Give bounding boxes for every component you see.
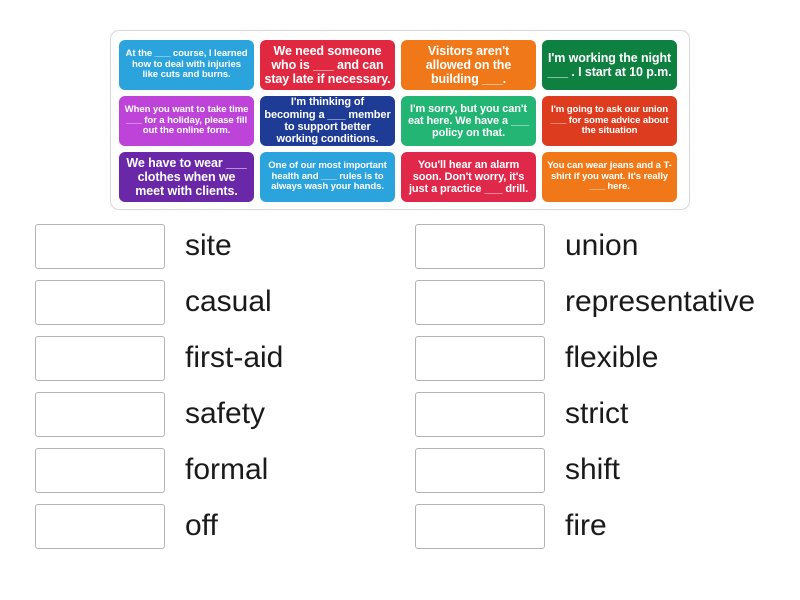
answer-label: casual [185,285,272,318]
answer-label: flexible [565,341,659,374]
sentence-tile[interactable]: I'm thinking of becoming a ___ member to… [260,96,395,146]
drop-box[interactable] [35,391,165,437]
sentence-tile-text: We have to wear ___ clothes when we meet… [126,156,247,198]
drop-box[interactable] [35,335,165,381]
answer-row: strict [415,386,800,442]
answer-row: flexible [415,330,800,386]
sentence-tile-text: Visitors aren't allowed on the building … [425,44,512,86]
answer-label: shift [565,453,621,486]
sentence-tile[interactable]: I'm going to ask our union ___ for some … [542,96,677,146]
answer-label: strict [565,397,629,430]
drop-box[interactable] [35,447,165,493]
sentence-tile-text: I'm sorry, but you can't eat here. We ha… [407,102,529,140]
sentence-tile-text: We need someone who is ___ and can stay … [264,44,391,86]
answer-list: site casual first-aid safety formal off union… [0,218,800,578]
answer-label: fire [565,509,607,542]
answer-row: site [35,218,425,274]
sentence-tile[interactable]: You'll hear an alarm soon. Don't worry, … [401,152,536,202]
sentence-tile[interactable]: Visitors aren't allowed on the building … [401,40,536,90]
answer-row: safety [35,386,425,442]
sentence-tile-text: When you want to take time ___ for a hol… [124,103,249,137]
answer-label: union [565,229,639,262]
answer-row: fire [415,498,800,554]
answer-label: formal [185,453,269,486]
sentence-tile-text: I'm thinking of becoming a ___ member to… [264,96,391,146]
sentence-tile-text: One of our most important health and ___… [268,159,387,193]
drop-box[interactable] [35,503,165,549]
sentence-tile[interactable]: We need someone who is ___ and can stay … [260,40,395,90]
answer-label: first-aid [185,341,284,374]
sentence-tile-text: I'm going to ask our union ___ for some … [550,103,669,137]
sentence-tile[interactable]: We have to wear ___ clothes when we meet… [119,152,254,202]
answer-label: off [185,509,218,542]
sentence-tile[interactable]: One of our most important health and ___… [260,152,395,202]
answer-label: representative [565,285,756,318]
drop-box[interactable] [35,223,165,269]
sentence-tile[interactable]: You can wear jeans and a T-shirt if you … [542,152,677,202]
answer-row: formal [35,442,425,498]
answer-row: representative [415,274,800,330]
answer-row: off [35,498,425,554]
drop-box[interactable] [415,335,545,381]
answer-row: shift [415,442,800,498]
sentence-tile[interactable]: I'm sorry, but you can't eat here. We ha… [401,96,536,146]
sentence-tile-text: At the ___ course, I learned how to deal… [125,47,248,81]
sentence-tile[interactable]: I'm working the night ___ . I start at 1… [542,40,677,90]
drop-box[interactable] [415,391,545,437]
answer-label: site [185,229,232,262]
drop-box[interactable] [415,503,545,549]
answer-row: casual [35,274,425,330]
drop-box[interactable] [415,447,545,493]
answer-row: union [415,218,800,274]
answer-row: first-aid [35,330,425,386]
drop-box[interactable] [35,279,165,325]
answer-column-left: site casual first-aid safety formal off [35,218,425,554]
answer-label: safety [185,397,266,430]
drop-box[interactable] [415,223,545,269]
answer-column-right: union representative flexible strict shift fi… [415,218,800,554]
sentence-tile[interactable]: When you want to take time ___ for a hol… [119,96,254,146]
sentence-tile-text: I'm working the night ___ . I start at 1… [547,51,672,79]
sentence-tile[interactable]: At the ___ course, I learned how to deal… [119,40,254,90]
sentence-tile-bank: At the ___ course, I learned how to deal… [110,30,690,210]
sentence-tile-text: You can wear jeans and a T-shirt if you … [547,159,672,193]
sentence-tile-text: You'll hear an alarm soon. Don't worry, … [408,158,529,196]
drop-box[interactable] [415,279,545,325]
